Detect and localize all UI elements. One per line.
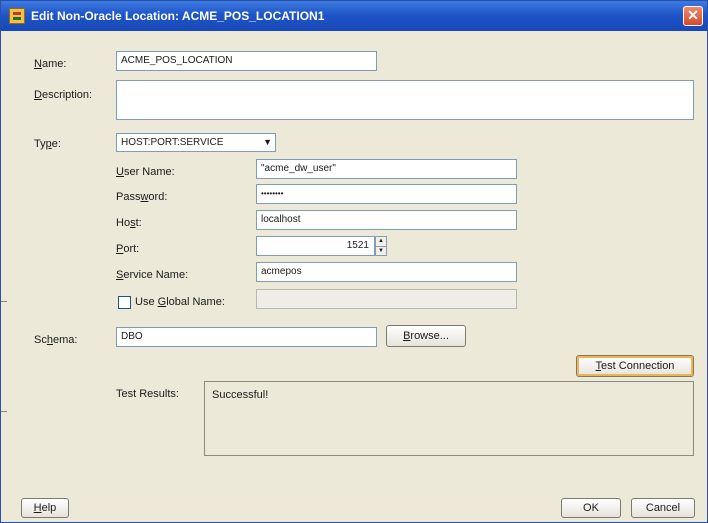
schema-field[interactable]: DBO [116, 327, 377, 347]
description-field[interactable] [116, 80, 694, 120]
dialog-title: Edit Non-Oracle Location: ACME_POS_LOCAT… [31, 9, 325, 23]
edit-location-dialog: Edit Non-Oracle Location: ACME_POS_LOCAT… [0, 0, 708, 523]
type-label: Type: [34, 138, 61, 150]
stepper-up-icon[interactable]: ▲ [376, 237, 386, 247]
close-icon: ✕ [687, 7, 699, 23]
use-global-name-checkbox[interactable] [118, 296, 131, 309]
service-name-field[interactable]: acmepos [256, 262, 517, 282]
chevron-down-icon: ▼ [263, 137, 272, 147]
type-select[interactable]: HOST:PORT:SERVICE ▼ [116, 133, 276, 152]
schema-label: Schema: [34, 334, 78, 346]
port-stepper[interactable]: ▲ ▼ [375, 236, 387, 256]
test-connection-button[interactable]: Test Connection [576, 355, 694, 377]
username-label: User Name: [116, 166, 175, 178]
dialog-app-icon [9, 8, 25, 24]
password-field[interactable]: •••••••• [256, 184, 517, 204]
description-label: Description: [34, 89, 93, 101]
ok-button[interactable]: OK [561, 498, 621, 518]
edge-tick [1, 301, 7, 302]
title-bar[interactable]: Edit Non-Oracle Location: ACME_POS_LOCAT… [1, 1, 707, 31]
host-label: Host: [116, 217, 142, 229]
edge-tick [1, 411, 7, 412]
password-label: Password: [116, 191, 168, 203]
close-button[interactable]: ✕ [683, 6, 703, 26]
stepper-down-icon[interactable]: ▼ [376, 247, 386, 256]
service-name-label: Service Name: [116, 269, 189, 281]
use-global-name-label: Use Global Name: [135, 296, 225, 308]
name-field[interactable]: ACME_POS_LOCATION [116, 51, 377, 71]
cancel-button[interactable]: Cancel [631, 498, 695, 518]
test-results-box: Successful! [204, 381, 694, 456]
port-label: Port: [116, 243, 140, 255]
host-field[interactable]: localhost [256, 210, 517, 230]
name-label: Name: [34, 58, 67, 70]
global-name-field [256, 289, 517, 309]
browse-button[interactable]: Browse... [386, 325, 466, 347]
type-select-value: HOST:PORT:SERVICE [121, 137, 224, 148]
port-field[interactable]: 1521 [256, 236, 375, 256]
username-field[interactable]: "acme_dw_user" [256, 159, 517, 179]
test-results-label: Test Results: [116, 388, 179, 400]
test-results-text: Successful! [212, 389, 269, 401]
help-button[interactable]: Help [21, 498, 69, 518]
